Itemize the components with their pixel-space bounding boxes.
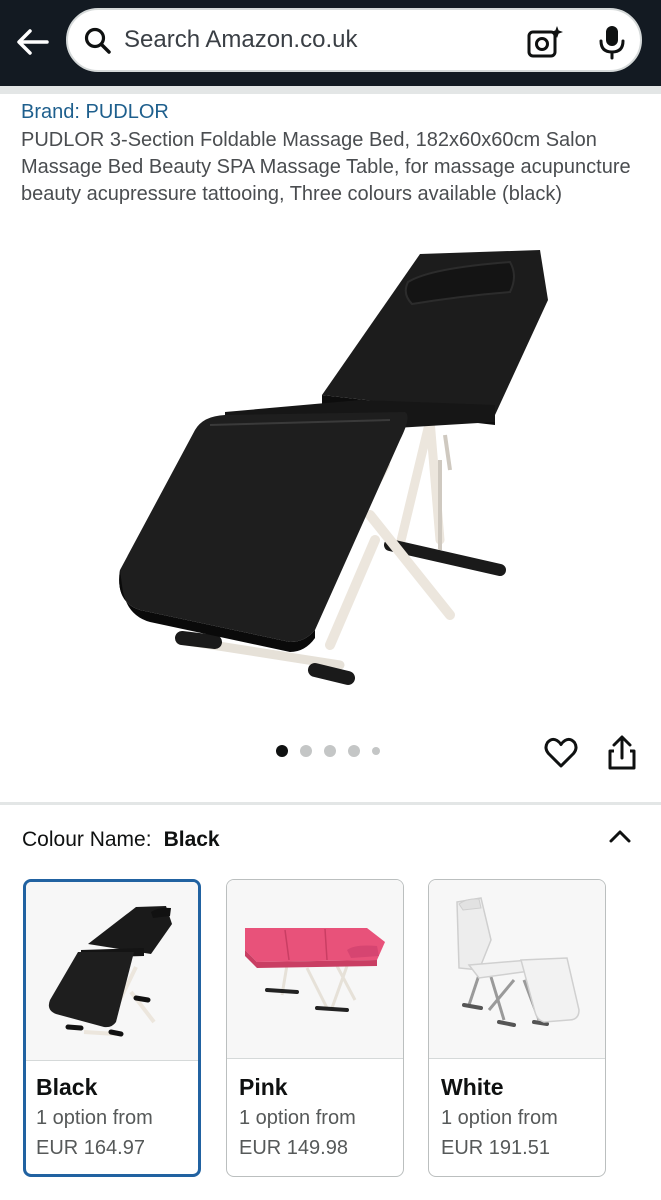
colour-option-availability: 1 option from [441, 1107, 558, 1129]
colour-option-name: Pink [239, 1074, 288, 1100]
colour-label-text: Colour Name: [22, 828, 152, 851]
camera-search-icon[interactable] [526, 24, 566, 60]
microphone-icon[interactable] [592, 22, 632, 62]
search-bar[interactable] [66, 8, 642, 72]
colour-option-price: EUR 164.97 [36, 1137, 145, 1159]
image-carousel-dots [276, 745, 380, 757]
thumbnail-separator [429, 1058, 605, 1059]
colour-option-black[interactable]: Black 1 option from EUR 164.97 [23, 879, 201, 1177]
colour-option-pink[interactable]: Pink 1 option from EUR 149.98 [226, 879, 404, 1177]
colour-thumbnail [429, 880, 605, 1058]
colour-thumbnail [26, 882, 198, 1060]
colour-option-price: EUR 191.51 [441, 1137, 550, 1159]
product-image[interactable] [100, 240, 560, 690]
section-divider [0, 802, 661, 805]
colour-option-availability: 1 option from [239, 1107, 356, 1129]
heart-icon[interactable] [543, 735, 579, 771]
colour-option-availability: 1 option from [36, 1107, 153, 1129]
share-icon[interactable] [604, 734, 640, 772]
thumbnail-separator [26, 1060, 198, 1061]
product-title: PUDLOR 3-Section Foldable Massage Bed, 1… [21, 129, 631, 205]
header-separator [0, 86, 661, 94]
carousel-dot[interactable] [372, 747, 380, 755]
search-input[interactable] [124, 20, 514, 60]
selected-colour-value: Black [163, 828, 220, 851]
search-icon [84, 27, 111, 54]
colour-option-name: White [441, 1074, 504, 1100]
thumbnail-separator [227, 1058, 403, 1059]
colour-option-name: Black [36, 1074, 98, 1100]
carousel-dot[interactable] [324, 745, 336, 757]
colour-name-label: Colour Name: Black [22, 828, 220, 852]
colour-option-white[interactable]: White 1 option from EUR 191.51 [428, 879, 606, 1177]
chevron-up-icon[interactable] [604, 822, 636, 850]
colour-thumbnail [227, 880, 403, 1058]
brand-link[interactable]: Brand: PUDLOR [21, 101, 169, 124]
carousel-dot[interactable] [276, 745, 288, 757]
carousel-dot[interactable] [300, 745, 312, 757]
colour-option-price: EUR 149.98 [239, 1137, 348, 1159]
back-arrow-icon[interactable] [12, 22, 52, 62]
top-app-bar [0, 0, 661, 86]
carousel-dot[interactable] [348, 745, 360, 757]
